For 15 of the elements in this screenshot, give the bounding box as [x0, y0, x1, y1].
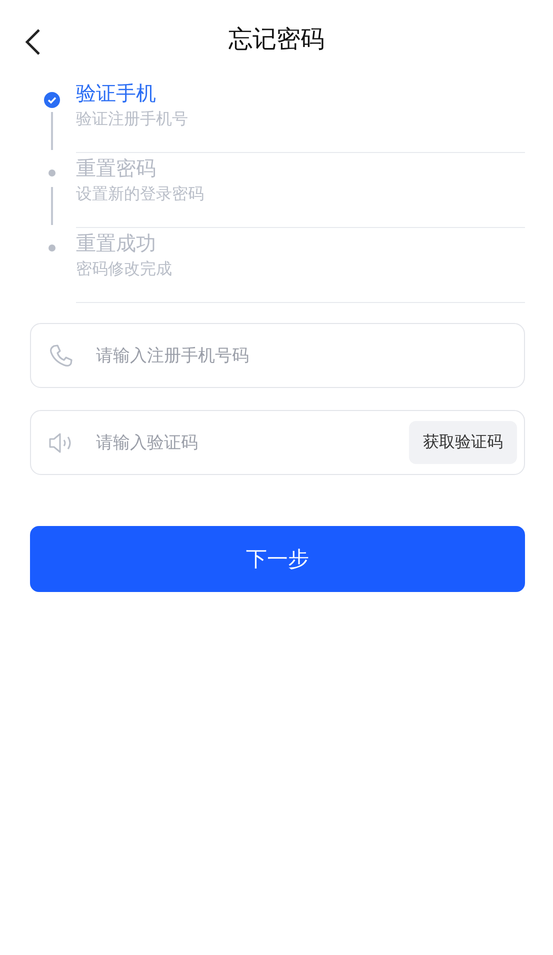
step-title: 重置密码: [76, 156, 157, 180]
phone-icon: [48, 342, 74, 368]
phone-input-field[interactable]: 请输入注册手机号码: [30, 323, 525, 388]
step-description: 验证注册手机号: [76, 109, 189, 130]
back-icon[interactable]: [24, 28, 42, 56]
get-code-button[interactable]: 获取验证码: [409, 421, 517, 464]
page-title: 忘记密码: [228, 24, 324, 55]
step-title: 重置成功: [76, 231, 157, 255]
text-input[interactable]: 请输入注册手机号码: [94, 340, 517, 372]
next-button[interactable]: 下一步: [30, 526, 525, 592]
step-title: 验证手机: [76, 81, 157, 105]
step-description: 设置新的登录密码: [76, 184, 205, 205]
text-input[interactable]: 请输入验证码: [94, 426, 409, 458]
code-input-field[interactable]: 请输入验证码 获取验证码: [30, 410, 525, 475]
step-description: 密码修改完成: [76, 259, 173, 280]
